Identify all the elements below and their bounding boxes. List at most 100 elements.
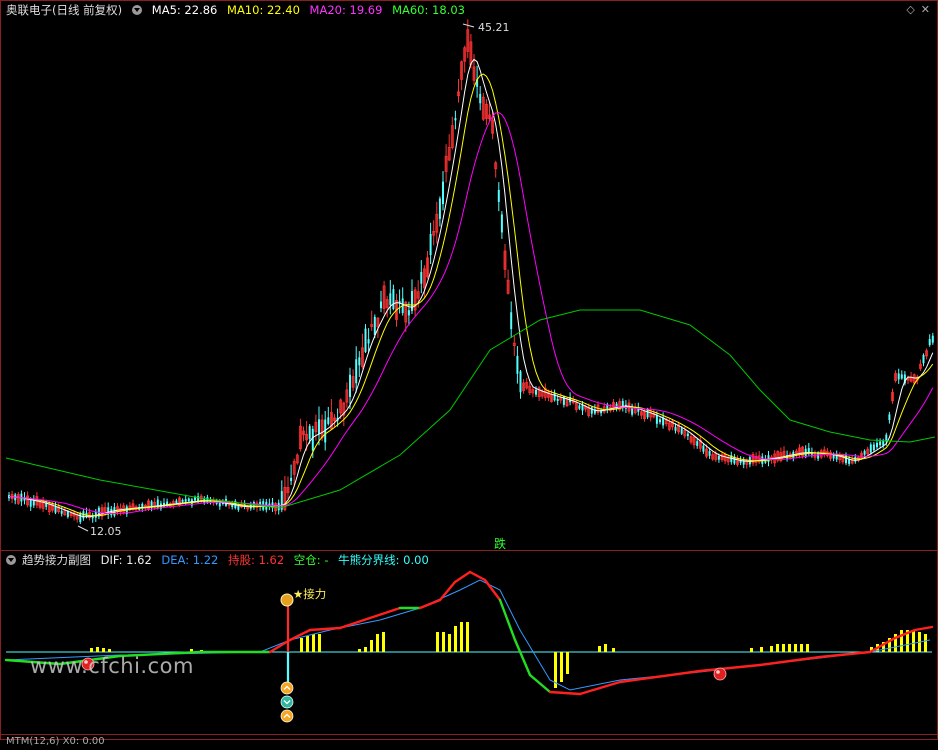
candle-down: [206, 497, 209, 503]
candle-down: [311, 428, 314, 451]
ma5-line: [8, 58, 934, 518]
buy-dot-icon: [713, 667, 727, 681]
histogram-bar: [760, 647, 763, 652]
histogram-bar: [364, 647, 367, 652]
histogram-bar: [382, 632, 385, 652]
dif-segment: [308, 626, 342, 632]
candle-down: [717, 455, 720, 460]
candle-down: [187, 498, 190, 501]
histogram-bar-neg: [560, 652, 563, 682]
candle-down: [407, 310, 410, 316]
histogram-bar: [102, 648, 105, 652]
histogram-bar: [900, 630, 903, 652]
candle-down: [349, 374, 351, 397]
candle-down: [420, 271, 423, 284]
candle-down: [702, 445, 705, 452]
dif-segment: [818, 650, 872, 659]
histogram-bar: [96, 647, 99, 652]
histogram-bar: [460, 622, 463, 652]
histogram-bar: [300, 638, 303, 652]
relay-label: ★接力: [293, 587, 326, 601]
candle-down: [429, 233, 432, 256]
histogram-bar: [770, 646, 773, 652]
candle-down: [556, 398, 559, 402]
histogram-bar: [376, 634, 379, 652]
candle-down: [364, 328, 367, 353]
dif-segment: [698, 663, 762, 673]
dif-segment: [528, 673, 552, 694]
candle-down: [367, 339, 370, 344]
histogram-bar: [306, 636, 309, 652]
candle-down: [318, 419, 320, 434]
candle-down: [646, 409, 649, 418]
candle-down: [863, 450, 866, 455]
candle-down: [655, 414, 658, 424]
candle-down: [358, 357, 361, 366]
candle-down: [454, 118, 457, 121]
histogram-bar: [794, 644, 797, 652]
histogram-bar: [788, 644, 791, 652]
histogram-bar: [448, 634, 451, 652]
candle-down: [290, 477, 293, 482]
high-price-pointer: [462, 23, 475, 28]
histogram-bar: [108, 649, 111, 652]
histogram-bar: [466, 622, 469, 652]
chevron-down-icon: [280, 695, 294, 709]
high-price-label: 45.21: [478, 21, 510, 34]
candle-down: [373, 316, 376, 335]
candle-down: [184, 499, 187, 502]
candle-down: [674, 426, 677, 431]
chevron-up-icon: [280, 681, 294, 695]
candle-down: [277, 502, 280, 511]
candle-down: [519, 371, 522, 393]
candle-down: [659, 419, 661, 423]
relay-sub-chart: ★接力: [4, 570, 934, 723]
histogram-bar: [318, 634, 321, 652]
candle-down: [411, 291, 413, 311]
candle-down: [900, 374, 903, 379]
candle-down: [680, 428, 683, 434]
histogram-bar: [604, 644, 607, 652]
candle-down: [876, 442, 878, 448]
candle-down: [231, 504, 234, 508]
candle-down: [197, 496, 200, 501]
relay-coin-icon: [280, 593, 294, 607]
candle-down: [500, 214, 503, 233]
candle-down: [392, 289, 395, 310]
candle-down: [308, 426, 311, 440]
histogram-bar: [90, 648, 93, 652]
candle-down: [535, 389, 537, 395]
histogram-bar: [924, 634, 927, 652]
candle-down: [869, 444, 872, 453]
histogram-bar: [750, 648, 753, 652]
candle-down: [60, 510, 63, 514]
dif-segment: [913, 625, 934, 632]
candle-down: [854, 456, 857, 462]
candle-down: [442, 181, 444, 205]
watermark: www.cfchi.com: [30, 654, 194, 678]
low-price-pointer: [77, 525, 89, 532]
buy-dot-highlight: [716, 670, 720, 674]
histogram-bar: [776, 644, 779, 652]
candle-down: [497, 189, 500, 202]
candle-down: [79, 513, 82, 523]
candle-down: [578, 405, 581, 409]
candle-down: [32, 500, 35, 506]
candle-down: [355, 359, 358, 384]
low-price-label: 12.05: [90, 525, 122, 538]
candle-down: [516, 355, 519, 374]
candle-down: [590, 407, 593, 414]
candle-down: [872, 444, 875, 451]
histogram-bar: [912, 630, 915, 652]
candle-down: [66, 511, 69, 518]
histogram-bar: [782, 644, 785, 652]
candle-down: [438, 198, 441, 219]
kline-chart[interactable]: ★接力 45.21 12.05 跌: [0, 0, 938, 740]
candle-down: [897, 373, 900, 380]
candle-down: [510, 312, 513, 330]
histogram-bar: [442, 632, 445, 652]
candle-down: [922, 355, 925, 364]
dif-segment: [758, 655, 822, 667]
chevron-up-icon: [280, 709, 294, 723]
dif-segment: [513, 638, 532, 677]
